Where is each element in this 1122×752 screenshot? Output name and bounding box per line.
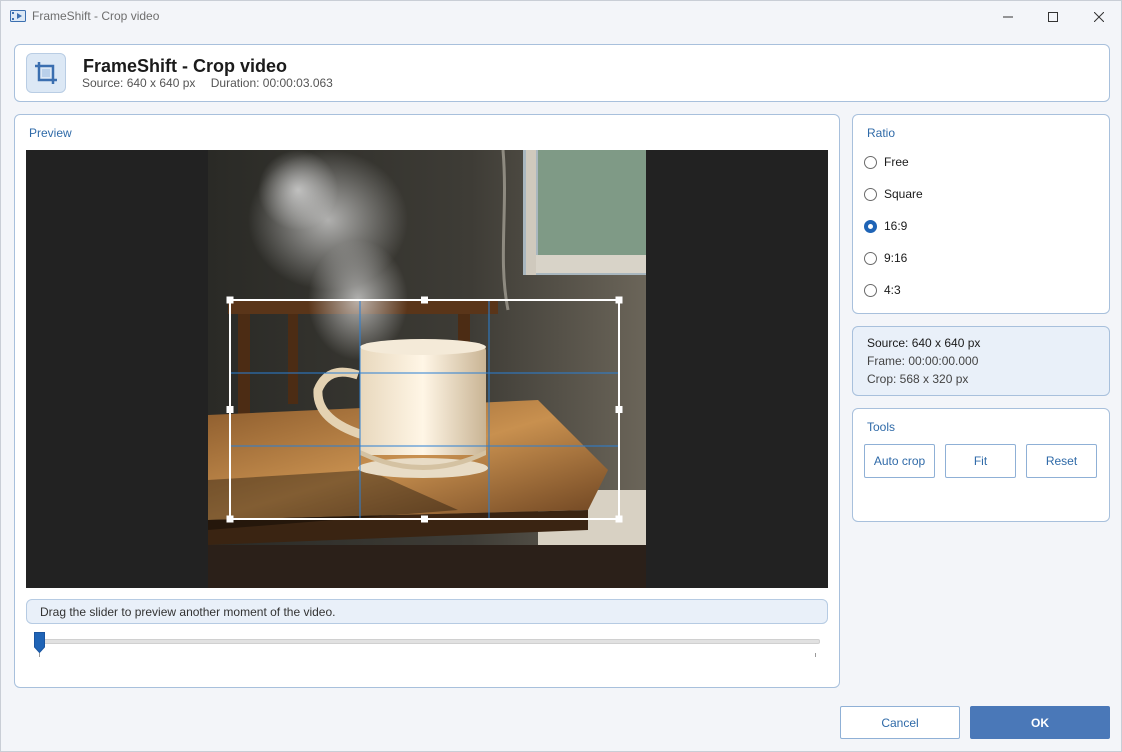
ratio-option-label: 9:16 xyxy=(884,251,908,265)
radio-4-3[interactable] xyxy=(864,283,877,297)
radio-square[interactable] xyxy=(864,187,877,201)
crop-video-dialog: FrameShift - Crop video FrameShift - Cro… xyxy=(0,0,1122,752)
ratio-option-square[interactable]: Square xyxy=(864,185,923,203)
ratio-option-label: 4:3 xyxy=(884,283,901,297)
preview-label: Preview xyxy=(29,126,72,140)
maximize-button[interactable] xyxy=(1030,1,1076,32)
slider-tick-end xyxy=(815,653,816,657)
ratio-option-16-9[interactable]: 16:9 xyxy=(864,217,907,235)
close-icon xyxy=(1094,11,1104,22)
page-title: FrameShift - Crop video xyxy=(83,56,288,76)
info-crop: Crop: 568 x 320 px xyxy=(867,372,969,386)
close-button[interactable] xyxy=(1076,1,1122,32)
video-frame-image xyxy=(208,150,646,588)
video-preview xyxy=(26,150,828,588)
header-subtitle: Source: 640 x 640 px Duration: 00:00:03.… xyxy=(82,76,333,90)
tools-panel: Tools Auto crop Fit Reset xyxy=(852,408,1110,522)
fit-button[interactable]: Fit xyxy=(945,444,1016,478)
info-panel: Source: 640 x 640 px Frame: 00:00:00.000… xyxy=(852,326,1110,396)
ratio-option-9-16[interactable]: 9:16 xyxy=(864,249,907,267)
ratio-option-label: Free xyxy=(884,155,909,169)
header-source: Source: 640 x 640 px xyxy=(82,76,196,90)
preview-panel: Preview Drag the slider to preview anoth… xyxy=(14,114,840,688)
preview-hint: Drag the slider to preview another momen… xyxy=(26,599,828,624)
ratio-label: Ratio xyxy=(867,126,896,140)
title-bar: FrameShift - Crop video xyxy=(1,1,1121,32)
window-title: FrameShift - Crop video xyxy=(32,9,160,23)
cancel-button[interactable]: Cancel xyxy=(840,706,960,739)
ratio-option-4-3[interactable]: 4:3 xyxy=(864,281,901,299)
ratio-option-label: 16:9 xyxy=(884,219,908,233)
info-frame: Frame: 00:00:00.000 xyxy=(867,354,979,368)
tools-label: Tools xyxy=(867,420,896,434)
maximize-icon xyxy=(1048,11,1058,22)
minimize-icon xyxy=(1003,16,1013,17)
info-source: Source: 640 x 640 px xyxy=(867,336,981,350)
radio-9-16[interactable] xyxy=(864,251,877,265)
app-film-icon xyxy=(10,10,26,22)
ratio-option-free[interactable]: Free xyxy=(864,153,909,171)
auto-crop-button[interactable]: Auto crop xyxy=(864,444,935,478)
header-duration: Duration: 00:00:03.063 xyxy=(210,76,333,90)
header-card: FrameShift - Crop video Source: 640 x 64… xyxy=(14,44,1110,102)
ratio-panel: Ratio Free Square 16:9 9:16 4:3 xyxy=(852,114,1110,314)
ok-button[interactable]: OK xyxy=(970,706,1110,739)
minimize-button[interactable] xyxy=(985,1,1031,32)
frame-slider-thumb[interactable] xyxy=(34,632,45,653)
slider-tick-start xyxy=(39,653,40,657)
radio-free[interactable] xyxy=(864,155,877,169)
crop-icon xyxy=(26,53,66,93)
ratio-option-label: Square xyxy=(884,187,923,201)
frame-slider-track[interactable] xyxy=(39,639,820,644)
reset-button[interactable]: Reset xyxy=(1026,444,1097,478)
radio-16-9[interactable] xyxy=(864,219,877,233)
